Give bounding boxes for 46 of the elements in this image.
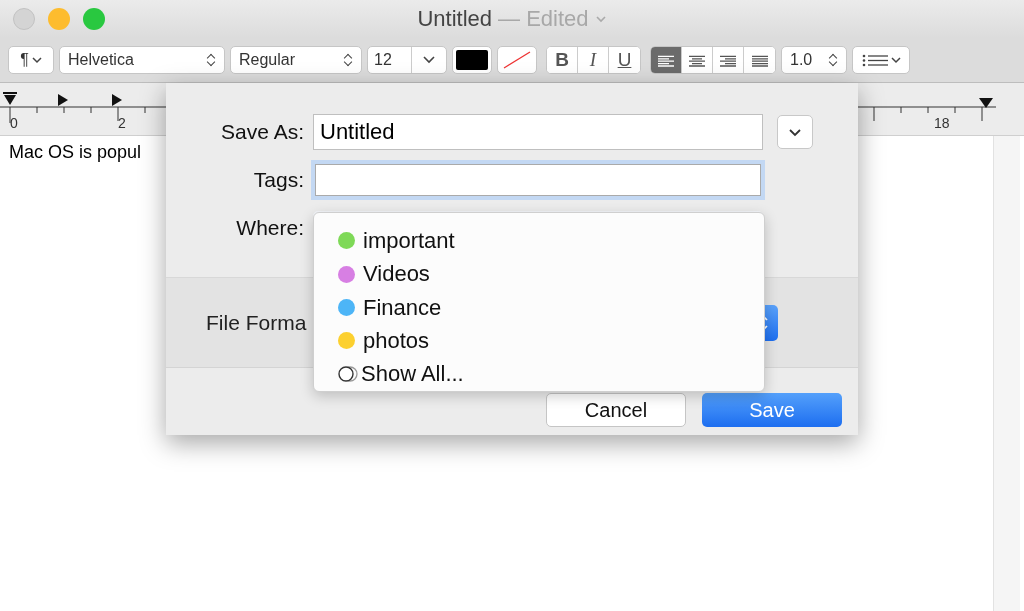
field-label: Tags:: [252, 168, 305, 192]
indent-marker-icon[interactable]: [2, 91, 18, 107]
alignment-icon: [720, 53, 736, 67]
menu-item[interactable]: photos: [338, 324, 764, 358]
stepper-icon: [345, 53, 353, 67]
font-family-popup[interactable]: Helvetica: [59, 46, 225, 74]
field-label: Where:: [235, 216, 305, 240]
ruler-number: 0: [10, 115, 18, 131]
menu-item[interactable]: Show All...: [338, 357, 764, 392]
tab-stop-icon[interactable]: [57, 93, 69, 107]
stepper-icon: [830, 53, 838, 67]
menu-item[interactable]: important: [338, 224, 764, 258]
alignment-icon: [689, 53, 705, 67]
circles-icon: [337, 365, 359, 384]
field-label: File Forma: [206, 310, 308, 335]
expand-button[interactable]: [777, 115, 813, 149]
list-icon: [861, 53, 888, 67]
right-margin-marker-icon[interactable]: [978, 97, 994, 109]
chevron-icon: [890, 56, 901, 64]
ruler-number: 2: [118, 115, 126, 131]
menu-item[interactable]: Videos: [338, 257, 764, 291]
highlight-color-well[interactable]: [497, 46, 537, 74]
font-size-combo[interactable]: 12: [367, 46, 447, 74]
chevron-icon: [31, 56, 42, 64]
chevron-icon: [788, 127, 802, 137]
menu-item[interactable]: Finance: [338, 290, 764, 325]
chevron-icon: [594, 15, 607, 23]
tab-stop-icon[interactable]: [111, 93, 123, 107]
list-style-button[interactable]: [852, 46, 910, 74]
font-style-popup[interactable]: Regular: [230, 46, 362, 74]
line-spacing-popup[interactable]: 1.0: [781, 46, 847, 74]
save-as-field[interactable]: Untitled: [313, 114, 763, 150]
window-title: Untitled: [417, 6, 493, 32]
document-text: Mac OS is popul: [9, 142, 142, 162]
bold-button[interactable]: B: [547, 47, 578, 73]
save-button[interactable]: Save: [702, 393, 842, 427]
ruler-number: 18: [934, 115, 950, 131]
stepper-icon: [208, 53, 216, 67]
align-left-button[interactable]: [651, 47, 682, 73]
text-color-well[interactable]: [452, 46, 492, 74]
cancel-button[interactable]: Cancel: [546, 393, 686, 427]
alignment-icon: [751, 53, 768, 67]
paragraph-style-button[interactable]: ¶: [8, 46, 54, 74]
field-label: Save As:: [220, 120, 305, 144]
alignment-icon: [658, 53, 674, 67]
tags-field[interactable]: [311, 160, 765, 200]
